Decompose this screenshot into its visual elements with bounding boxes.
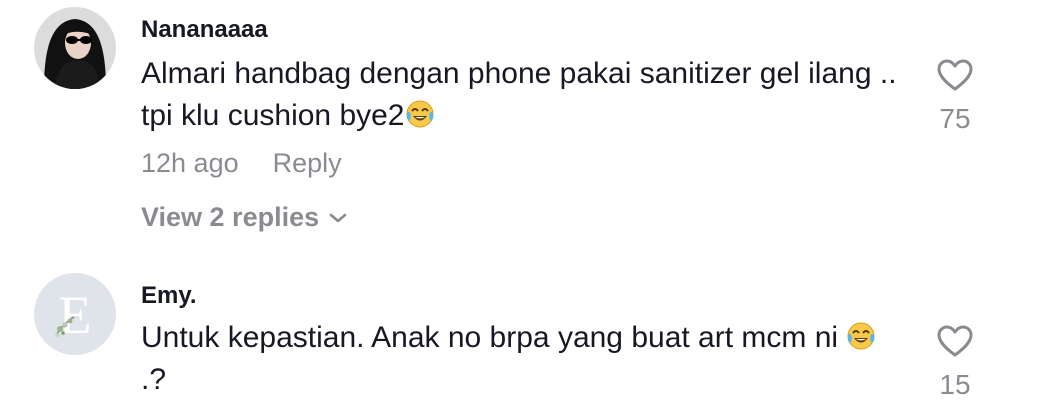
comment-timestamp: 12h ago	[141, 148, 239, 178]
heart-icon[interactable]	[925, 324, 985, 363]
comment-text-content: Almari handbag dengan phone pakai saniti…	[141, 57, 897, 132]
comment-text-suffix: .?	[141, 363, 167, 396]
chevron-down-icon	[329, 200, 347, 231]
svg-text:E: E	[59, 285, 92, 345]
tears-of-joy-emoji-icon	[405, 99, 435, 129]
heart-icon[interactable]	[925, 58, 985, 97]
avatar[interactable]	[34, 7, 116, 89]
comment-meta: 12h ago Reply	[141, 148, 342, 179]
letter-e-floral-icon: E	[34, 273, 116, 355]
comment-text-content: Untuk kepastian. Anak no brpa yang buat …	[141, 321, 839, 354]
avatar[interactable]: E	[34, 273, 116, 355]
like-count: 15	[939, 369, 971, 400]
view-replies-label: View 2 replies	[141, 202, 320, 232]
user-avatar-icon	[34, 7, 116, 89]
comment-text: Untuk kepastian. Anak no brpa yang buat …	[141, 317, 901, 401]
comment-username[interactable]: Emy.	[141, 282, 197, 310]
like-count: 75	[939, 103, 971, 134]
like-group: 15	[925, 324, 985, 401]
view-replies-button[interactable]: View 2 replies	[141, 200, 347, 233]
like-group: 75	[925, 58, 985, 135]
comment-username[interactable]: Nananaaaa	[141, 16, 268, 44]
tears-of-joy-emoji-icon	[846, 321, 876, 351]
comment-text: Almari handbag dengan phone pakai saniti…	[141, 53, 901, 137]
reply-button[interactable]: Reply	[273, 148, 342, 178]
